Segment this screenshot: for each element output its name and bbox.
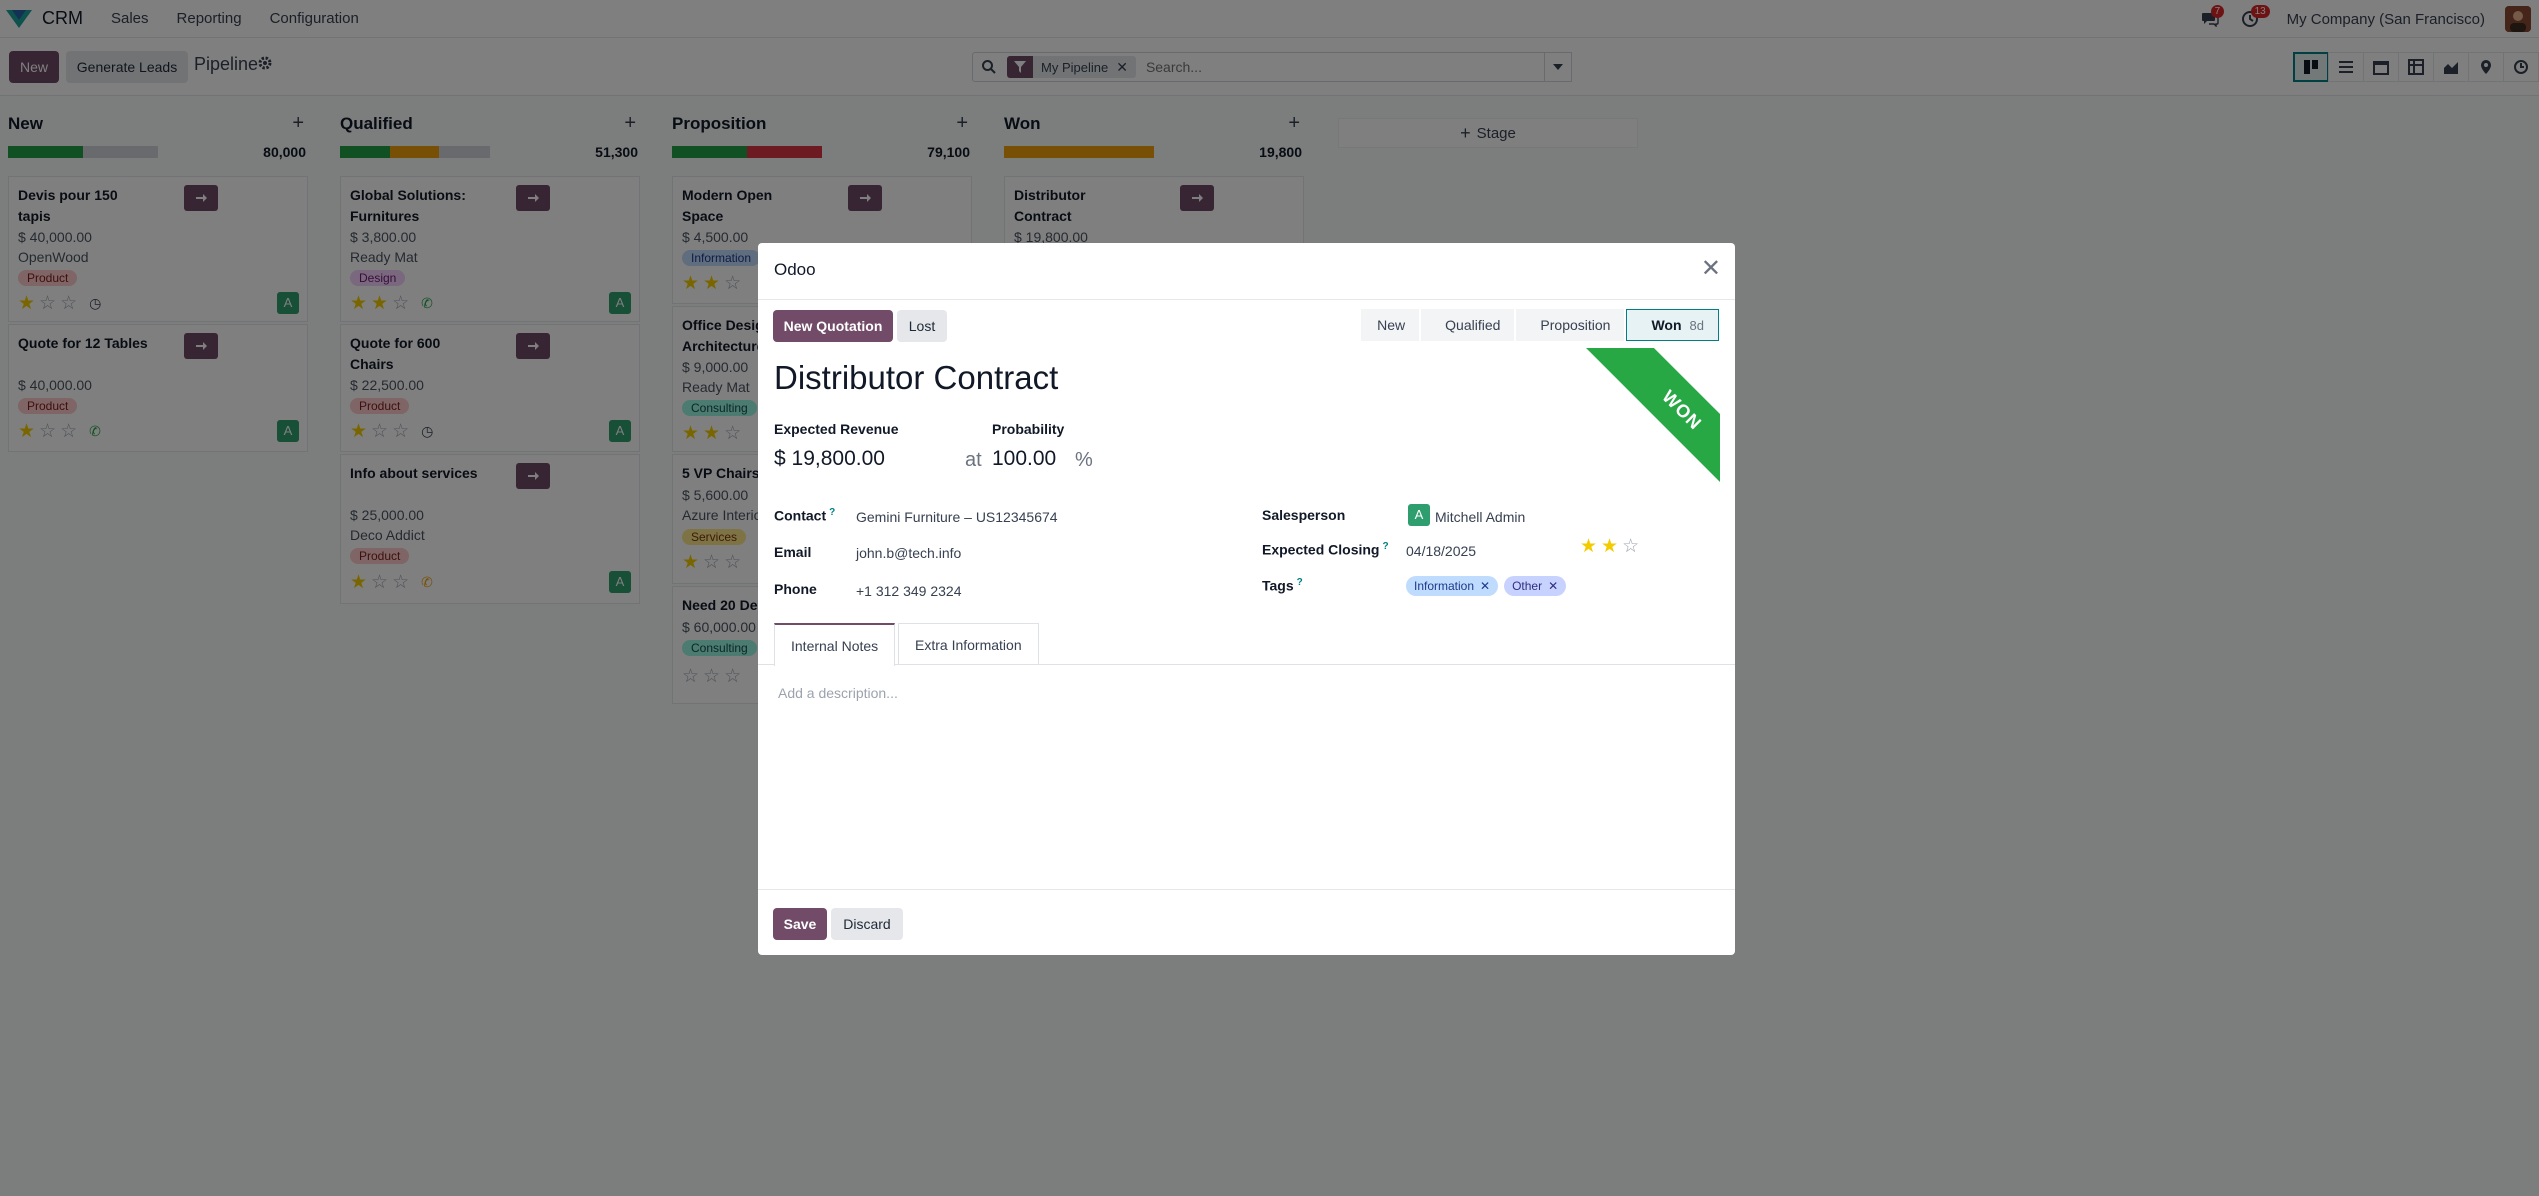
email-field[interactable]: john.b@tech.info — [856, 545, 961, 561]
stage-qualified[interactable]: Qualified — [1421, 309, 1515, 341]
phone-label: Phone — [774, 581, 817, 597]
star-icon[interactable]: ☆ — [1622, 537, 1639, 556]
close-icon[interactable]: ✕ — [1701, 257, 1721, 281]
salesperson-avatar: A — [1408, 504, 1430, 526]
won-ribbon: WON — [1572, 348, 1720, 496]
description-editor[interactable]: Add a description... — [778, 685, 898, 701]
percent-sign: % — [1075, 449, 1093, 471]
probability-input[interactable]: 100.00 — [992, 447, 1056, 471]
new-quotation-button[interactable]: New Quotation — [773, 310, 893, 342]
tag-chip[interactable]: Other ✕ — [1504, 576, 1567, 596]
stage-proposition[interactable]: Proposition — [1516, 309, 1625, 341]
phone-field[interactable]: +1 312 349 2324 — [856, 583, 962, 599]
modal-footer: Save Discard — [758, 889, 1735, 955]
expected-revenue-input[interactable]: $ 19,800.00 — [774, 447, 885, 471]
ribbon-label: WON — [1573, 348, 1720, 496]
star-icon[interactable]: ★ — [1601, 537, 1618, 556]
remove-tag-icon[interactable]: ✕ — [1548, 579, 1558, 593]
tab-extra-information[interactable]: Extra Information — [898, 623, 1039, 665]
discard-button[interactable]: Discard — [831, 908, 903, 940]
contact-field[interactable]: Gemini Furniture – US12345674 — [856, 509, 1058, 525]
help-icon[interactable]: ? — [1382, 541, 1388, 552]
help-icon[interactable]: ? — [829, 507, 835, 518]
opportunity-name[interactable]: Distributor Contract — [774, 359, 1058, 397]
stage-duration: 8d — [1689, 317, 1704, 333]
contact-label: Contact? — [774, 507, 836, 524]
stage-won-label: Won — [1651, 317, 1682, 333]
email-label: Email — [774, 544, 812, 560]
expected-closing-label: Expected Closing? — [1262, 541, 1389, 558]
stage-statusbar: New Qualified Proposition Won 8d — [1361, 309, 1719, 341]
salesperson-field[interactable]: Mitchell Admin — [1435, 509, 1525, 525]
at-label: at — [965, 449, 982, 471]
modal-title: Odoo — [774, 260, 816, 279]
salesperson-label: Salesperson — [1262, 507, 1346, 523]
remove-tag-icon[interactable]: ✕ — [1480, 579, 1490, 593]
tags-field[interactable]: Information ✕ Other ✕ — [1406, 576, 1572, 596]
help-icon[interactable]: ? — [1297, 577, 1303, 588]
modal-header: Odoo ✕ — [758, 243, 1735, 300]
opportunity-dialog: Odoo ✕ New Quotation Lost New Qualified … — [758, 243, 1735, 955]
star-icon[interactable]: ★ — [1580, 537, 1597, 556]
lost-button[interactable]: Lost — [897, 310, 947, 342]
notebook-tabs: Internal Notes Extra Information — [758, 623, 1735, 666]
expected-revenue-label: Expected Revenue — [774, 421, 899, 437]
stage-won[interactable]: Won 8d — [1626, 309, 1719, 341]
probability-label: Probability — [992, 421, 1065, 437]
tags-label: Tags? — [1262, 577, 1303, 594]
save-button[interactable]: Save — [773, 908, 827, 940]
stage-new[interactable]: New — [1361, 309, 1420, 341]
priority-stars[interactable]: ★★☆ — [1580, 537, 1643, 556]
tab-internal-notes[interactable]: Internal Notes — [774, 623, 896, 666]
expected-closing-field[interactable]: 04/18/2025 — [1406, 543, 1476, 559]
tag-chip[interactable]: Information ✕ — [1406, 576, 1499, 596]
